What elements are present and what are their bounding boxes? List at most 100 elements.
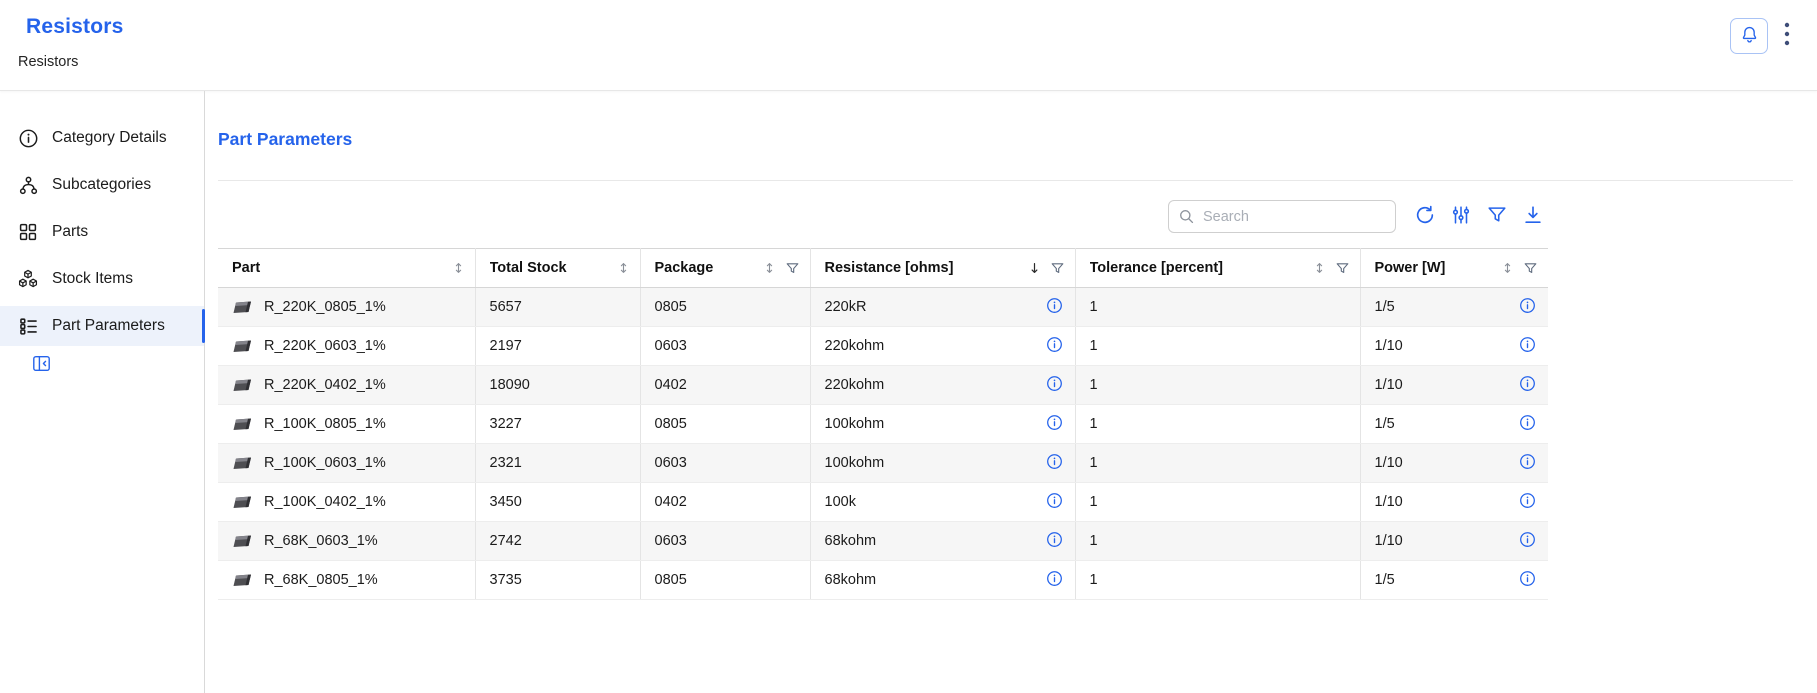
info-circle-icon: [1519, 492, 1536, 512]
info-button[interactable]: [1046, 414, 1063, 434]
table-row[interactable]: R_68K_0805_1%3735080568kohm11/5: [218, 561, 1548, 600]
filter-button[interactable]: [1482, 202, 1512, 232]
column-header-part[interactable]: Part: [218, 249, 475, 288]
part-thumbnail-icon: [232, 496, 253, 509]
tolerance-cell: 1: [1075, 561, 1360, 600]
column-filter-icon[interactable]: [1050, 261, 1065, 276]
sort-toggle-icon[interactable]: [1313, 261, 1326, 275]
package-cell-value: 0603: [655, 533, 687, 549]
tolerance-cell: 1: [1075, 522, 1360, 561]
resistance-cell-value: 220kR: [825, 299, 1046, 315]
download-button[interactable]: [1518, 202, 1548, 232]
package-cell-value: 0805: [655, 416, 687, 432]
table-row[interactable]: R_100K_0603_1%23210603100kohm11/10: [218, 444, 1548, 483]
notifications-button[interactable]: [1730, 18, 1768, 54]
part-cell[interactable]: R_220K_0603_1%: [218, 327, 475, 366]
column-filter-icon[interactable]: [1335, 261, 1350, 276]
power-cell: 1/10: [1360, 327, 1548, 366]
search-box: [1168, 200, 1396, 233]
table-row[interactable]: R_220K_0603_1%21970603220kohm11/10: [218, 327, 1548, 366]
sort-toggle-icon[interactable]: [452, 261, 465, 275]
sidebar-item-stock-items[interactable]: Stock Items: [0, 259, 204, 299]
resistance-cell: 100kohm: [810, 444, 1075, 483]
sort-toggle-icon[interactable]: [1501, 261, 1514, 275]
column-label: Resistance [ohms]: [825, 260, 1019, 276]
info-button[interactable]: [1046, 297, 1063, 317]
info-button[interactable]: [1519, 531, 1536, 551]
part-cell[interactable]: R_220K_0402_1%: [218, 366, 475, 405]
table-row[interactable]: R_100K_0805_1%32270805100kohm11/5: [218, 405, 1548, 444]
info-button[interactable]: [1046, 375, 1063, 395]
table-row[interactable]: R_220K_0402_1%180900402220kohm11/10: [218, 366, 1548, 405]
part-cell[interactable]: R_220K_0805_1%: [218, 288, 475, 327]
table-row[interactable]: R_68K_0603_1%2742060368kohm11/10: [218, 522, 1548, 561]
sort-toggle-icon[interactable]: [763, 261, 776, 275]
sidebar-item-parts[interactable]: Parts: [0, 212, 204, 252]
info-button[interactable]: [1519, 570, 1536, 590]
sort-toggle-icon[interactable]: [617, 261, 630, 275]
part-thumbnail-icon: [232, 418, 253, 431]
power-cell: 1/5: [1360, 405, 1548, 444]
info-button[interactable]: [1519, 297, 1536, 317]
tolerance-cell: 1: [1075, 327, 1360, 366]
tolerance-cell: 1: [1075, 405, 1360, 444]
page-header: Resistors Resistors: [0, 0, 1817, 91]
sidebar-item-subcategories[interactable]: Subcategories: [0, 165, 204, 205]
info-button[interactable]: [1046, 531, 1063, 551]
package-cell: 0805: [640, 561, 810, 600]
part-cell[interactable]: R_100K_0402_1%: [218, 483, 475, 522]
info-button[interactable]: [1519, 453, 1536, 473]
sort-desc-icon[interactable]: [1028, 261, 1041, 275]
page-title: Resistors: [26, 15, 124, 39]
column-options-button[interactable]: [1446, 202, 1476, 232]
power-cell-value: 1/10: [1375, 494, 1520, 510]
column-header-power-w[interactable]: Power [W]: [1360, 249, 1548, 288]
resistance-cell: 68kohm: [810, 561, 1075, 600]
table-body: R_220K_0805_1%56570805220kR11/5R_220K_06…: [218, 288, 1548, 600]
collapse-sidebar-button[interactable]: [31, 353, 52, 377]
resistance-cell: 68kohm: [810, 522, 1075, 561]
search-input[interactable]: [1168, 200, 1396, 233]
table-row[interactable]: R_100K_0402_1%34500402100k11/10: [218, 483, 1548, 522]
info-button[interactable]: [1046, 336, 1063, 356]
info-circle-icon: [1046, 414, 1063, 434]
part-cell[interactable]: R_100K_0805_1%: [218, 405, 475, 444]
info-circle-icon: [1519, 570, 1536, 590]
column-header-tolerance-percent[interactable]: Tolerance [percent]: [1075, 249, 1360, 288]
part-name: R_100K_0805_1%: [264, 416, 463, 432]
breadcrumb[interactable]: Resistors: [18, 54, 124, 70]
part-cell[interactable]: R_68K_0603_1%: [218, 522, 475, 561]
info-button[interactable]: [1046, 453, 1063, 473]
info-button[interactable]: [1519, 375, 1536, 395]
column-header-package[interactable]: Package: [640, 249, 810, 288]
total-stock-cell: 3450: [475, 483, 640, 522]
info-circle-icon: [1046, 336, 1063, 356]
overflow-menu-button[interactable]: [1781, 17, 1793, 54]
refresh-button[interactable]: [1410, 202, 1440, 232]
sidebar-item-category-details[interactable]: Category Details: [0, 118, 204, 158]
panel-left-collapse-icon: [31, 353, 52, 377]
part-cell[interactable]: R_100K_0603_1%: [218, 444, 475, 483]
info-button[interactable]: [1519, 336, 1536, 356]
hierarchy-icon: [17, 174, 39, 196]
column-header-total-stock[interactable]: Total Stock: [475, 249, 640, 288]
column-filter-icon[interactable]: [785, 261, 800, 276]
resistance-cell: 220kohm: [810, 366, 1075, 405]
section-divider: [218, 180, 1793, 181]
table-container: PartTotal StockPackage Resistance [ohms] T…: [218, 200, 1548, 600]
column-header-resistance-ohms[interactable]: Resistance [ohms]: [810, 249, 1075, 288]
info-button[interactable]: [1046, 492, 1063, 512]
part-name: R_220K_0603_1%: [264, 338, 463, 354]
info-button[interactable]: [1519, 414, 1536, 434]
sidebar-item-part-parameters[interactable]: Part Parameters: [0, 306, 204, 346]
table-row[interactable]: R_220K_0805_1%56570805220kR11/5: [218, 288, 1548, 327]
part-cell[interactable]: R_68K_0805_1%: [218, 561, 475, 600]
info-button[interactable]: [1046, 570, 1063, 590]
column-filter-icon[interactable]: [1523, 261, 1538, 276]
search-icon: [1178, 208, 1195, 225]
tolerance-cell: 1: [1075, 288, 1360, 327]
info-button[interactable]: [1519, 492, 1536, 512]
info-circle-icon: [1046, 492, 1063, 512]
resistance-cell-value: 100kohm: [825, 416, 1046, 432]
power-cell-value: 1/10: [1375, 377, 1520, 393]
